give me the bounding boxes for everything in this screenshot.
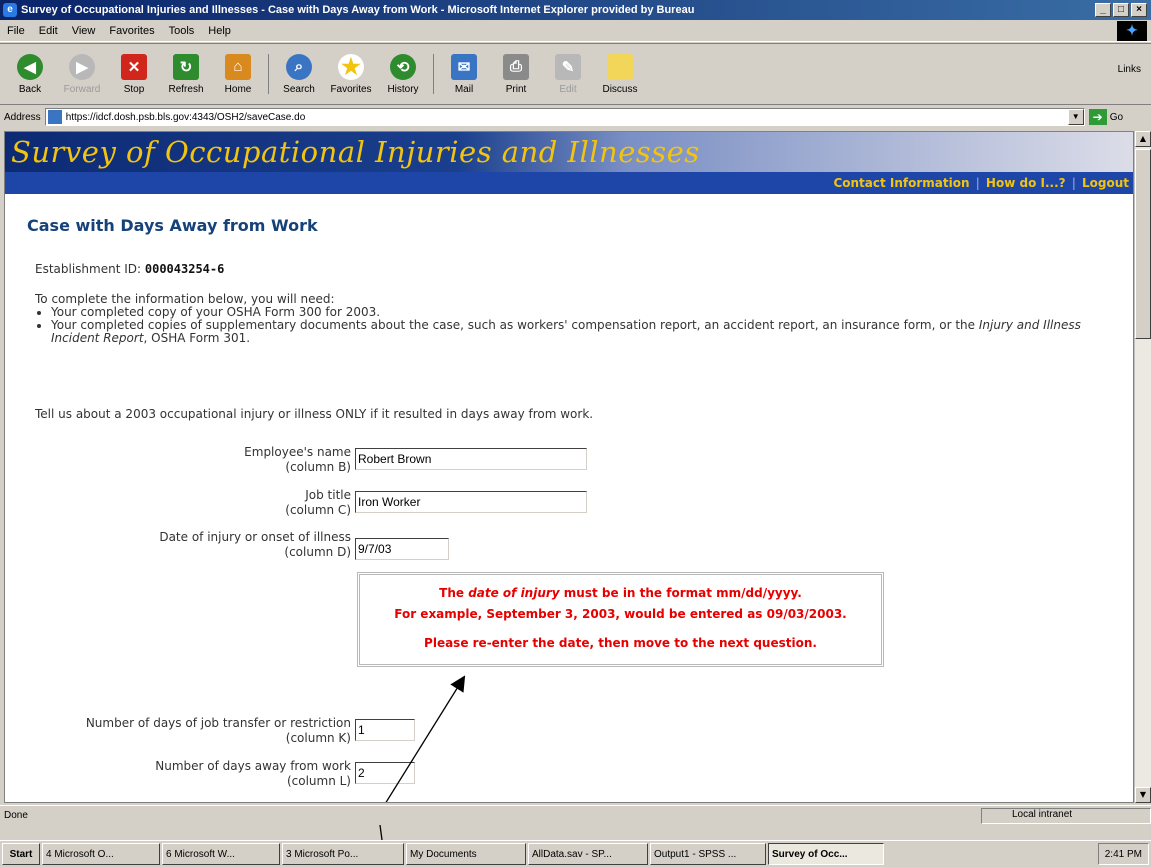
history-icon: ⟲: [390, 53, 416, 80]
security-zone: Local intranet: [981, 807, 1151, 824]
back-arrow-icon: ◀: [17, 53, 43, 80]
task-my-documents[interactable]: My Documents: [406, 843, 526, 865]
address-input[interactable]: https://idcf.dosh.psb.bls.gov:4343/OSH2/…: [44, 108, 1085, 126]
scroll-down-button[interactable]: ▼: [1135, 787, 1151, 803]
title-bar: e Survey of Occupational Injuries and Il…: [0, 0, 1151, 20]
refresh-button[interactable]: ↻ Refresh: [160, 53, 212, 95]
print-button[interactable]: ⎙ Print: [490, 53, 542, 95]
status-bar: Done Local intranet: [0, 805, 1151, 825]
task-outlook[interactable]: 4 Microsoft O...: [42, 843, 160, 865]
clock: 2:41 PM: [1104, 848, 1142, 860]
history-button[interactable]: ⟲ History: [377, 53, 429, 95]
task-output1[interactable]: Output1 - SPSS ...: [650, 843, 766, 865]
ie-window: e Survey of Occupational Injuries and Il…: [0, 0, 1151, 867]
menu-favorites[interactable]: Favorites: [102, 25, 161, 37]
standard-toolbar: ◀ Back ▶ Forward ✕ Stop ↻ Refresh ⌂ Home ⌕ Sea…: [0, 43, 1151, 105]
browser-content: Survey of Occupational Injuries and Illn…: [4, 131, 1134, 803]
scroll-thumb[interactable]: [1135, 149, 1151, 339]
task-alldata[interactable]: AllData.sav - SP...: [528, 843, 648, 865]
address-dropdown-button[interactable]: ▼: [1067, 109, 1084, 125]
status-text: Done: [4, 810, 28, 821]
stop-button[interactable]: ✕ Stop: [108, 53, 160, 95]
back-button[interactable]: ◀ Back: [4, 53, 56, 95]
printer-icon: ⎙: [503, 53, 529, 80]
task-survey[interactable]: Survey of Occ...: [768, 843, 884, 865]
address-label: Address: [4, 111, 41, 123]
forward-button[interactable]: ▶ Forward: [56, 53, 108, 95]
menu-help[interactable]: Help: [201, 25, 238, 37]
links-toolbar[interactable]: Links: [1118, 64, 1141, 75]
page-icon: [47, 110, 62, 124]
mail-button[interactable]: ✉ Mail: [438, 53, 490, 95]
menu-view[interactable]: View: [65, 25, 103, 37]
menu-tools[interactable]: Tools: [162, 25, 202, 37]
go-arrow-icon: ➔: [1088, 109, 1107, 125]
menu-edit[interactable]: Edit: [32, 25, 65, 37]
scroll-up-button[interactable]: ▲: [1135, 131, 1151, 147]
menu-file[interactable]: File: [0, 25, 32, 37]
maximize-button[interactable]: □: [1113, 3, 1129, 17]
address-url[interactable]: https://idcf.dosh.psb.bls.gov:4343/OSH2/…: [66, 112, 1068, 123]
annotation-arrow: [385, 675, 466, 802]
address-bar: Address https://idcf.dosh.psb.bls.gov:43…: [0, 106, 1151, 128]
favorites-button[interactable]: ★ Favorites: [325, 53, 377, 95]
search-button[interactable]: ⌕ Search: [273, 53, 325, 95]
menu-bar: File Edit View Favorites Tools Help ✦: [0, 20, 1151, 42]
discuss-button[interactable]: Discuss: [594, 53, 646, 95]
stop-icon: ✕: [121, 53, 147, 80]
vertical-scrollbar[interactable]: ▲ ▼: [1134, 131, 1151, 803]
task-powerpoint[interactable]: 3 Microsoft Po...: [282, 843, 404, 865]
refresh-icon: ↻: [173, 53, 199, 80]
taskbar: Start 4 Microsoft O... 6 Microsoft W... …: [0, 840, 1151, 867]
home-button[interactable]: ⌂ Home: [212, 53, 264, 95]
system-tray: 2:41 PM: [1097, 843, 1149, 865]
close-button[interactable]: ×: [1131, 3, 1147, 17]
task-word[interactable]: 6 Microsoft W...: [162, 843, 280, 865]
windows-logo-icon: ✦: [1117, 21, 1147, 41]
go-button[interactable]: ➔ Go: [1088, 109, 1123, 125]
star-icon: ★: [338, 53, 364, 80]
ie-logo-icon: e: [3, 3, 17, 17]
edit-icon: ✎: [555, 53, 581, 80]
window-title: Survey of Occupational Injuries and Illn…: [21, 4, 695, 16]
forward-arrow-icon: ▶: [69, 53, 95, 80]
search-icon: ⌕: [286, 53, 312, 80]
minimize-button[interactable]: _: [1095, 3, 1111, 17]
start-button[interactable]: Start: [2, 843, 40, 865]
edit-button[interactable]: ✎ Edit: [542, 53, 594, 95]
home-icon: ⌂: [225, 53, 251, 80]
mail-icon: ✉: [451, 53, 477, 80]
discuss-icon: [607, 53, 633, 80]
